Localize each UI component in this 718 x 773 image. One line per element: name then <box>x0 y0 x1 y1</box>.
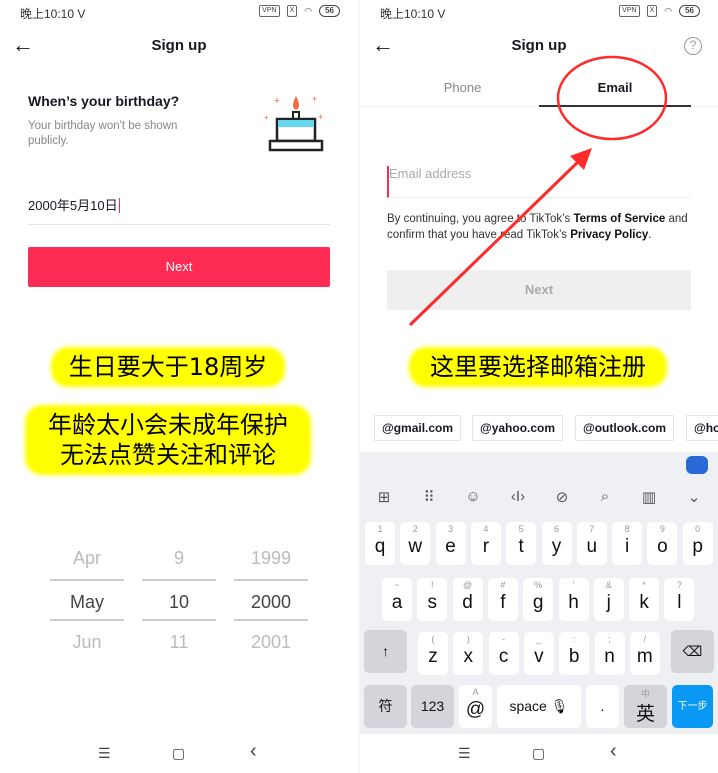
next-step-key[interactable]: 下一步 <box>672 685 713 728</box>
period-key[interactable]: . <box>586 685 619 728</box>
key-p[interactable]: 0p <box>682 522 713 565</box>
key-i[interactable]: 8i <box>612 522 643 565</box>
alt-key[interactable]: A @ <box>459 685 492 728</box>
svg-text:+: + <box>274 96 280 107</box>
emoji-icon[interactable]: ☺ <box>461 488 485 505</box>
annotation-circle <box>556 55 668 141</box>
key-y[interactable]: 6y <box>541 522 572 565</box>
page-title: Sign up <box>151 37 207 54</box>
nav-home-button[interactable]: ▢ <box>532 745 545 762</box>
annotation-overlay <box>408 55 668 327</box>
key-g[interactable]: % g <box>523 578 554 621</box>
email-suggestion[interactable]: @yahoo.com <box>472 415 564 441</box>
status-time: 晚上10:10 V <box>20 7 86 21</box>
keyboard-icon[interactable]: ⠿ <box>417 488 441 506</box>
symbols-key[interactable]: 符 <box>364 685 407 728</box>
keyboard: ⊞ ⠿ ☺ ‹I› ⊘ ⌕ ▥ ⌄ 1 q 2 w 3 e 4 r 5 t 6 y 7 u 8 i 9 o 0 p ~ a! s @ d # f% g… <box>360 452 718 734</box>
key-n[interactable]: ; n <box>594 632 625 675</box>
nav-back-button[interactable]: ‹ <box>250 740 257 763</box>
birthday-cake-icon: + + + + <box>264 94 323 152</box>
year-picker[interactable]: 1999 2000 2001 <box>234 537 308 663</box>
nav-menu-button[interactable]: ☰ <box>98 745 111 762</box>
key-a[interactable]: ~ a <box>382 578 412 621</box>
key-k[interactable]: * k <box>629 578 660 621</box>
key-r[interactable]: 4r <box>470 522 501 565</box>
key-v[interactable]: _ v <box>523 632 554 675</box>
nav-back-button[interactable]: ‹ <box>610 740 617 763</box>
grid-icon[interactable]: ⊞ <box>372 488 396 506</box>
email-suggestion[interactable]: @gmail.com <box>374 415 462 441</box>
search-icon[interactable]: ⌕ <box>593 488 617 505</box>
keyboard-assistant-icon[interactable] <box>686 456 708 474</box>
svg-text:+: + <box>312 94 317 104</box>
birthday-screen: 晚上10:10 V VPN X ◠ 56 ← Sign up When’s your … <box>0 0 358 773</box>
key-t[interactable]: 5t <box>506 522 537 565</box>
key-q[interactable]: 1q <box>365 522 395 565</box>
birthday-heading: When’s your birthday? <box>28 93 180 109</box>
chevron-down-icon[interactable]: ⌄ <box>682 488 706 506</box>
link-icon[interactable]: ⊘ <box>550 488 574 506</box>
numbers-key[interactable]: 123 <box>411 685 454 728</box>
wifi-icon: ◠ <box>304 5 313 16</box>
key-w[interactable]: 2w <box>400 522 431 565</box>
key-b[interactable]: :b <box>559 632 590 675</box>
nav-menu-button[interactable]: ☰ <box>458 745 471 762</box>
birthday-subtext: Your birthday won't be shown publicly. <box>28 120 178 147</box>
email-suggestion[interactable]: @outlook.com <box>575 415 675 441</box>
key-x[interactable]: ) x <box>453 632 484 675</box>
annotation-arrow <box>408 158 582 327</box>
key-o[interactable]: 9o <box>647 522 678 565</box>
key-m[interactable]: / m <box>629 632 660 675</box>
key-h[interactable]: ' h <box>558 578 589 621</box>
space-key[interactable]: space 🎙 <box>497 685 581 728</box>
email-suggestion[interactable]: @ho <box>686 415 718 441</box>
key-c[interactable]: -c <box>488 632 519 675</box>
email-signup-screen: 晚上10:10 V VPN X ◠ 56 ← Sign up ? Phone Emai… <box>360 0 718 773</box>
day-picker[interactable]: 9 10 11 <box>142 537 216 663</box>
key-e[interactable]: 3e <box>435 522 466 565</box>
language-switch-key[interactable]: 中英 <box>624 685 667 728</box>
birthday-input[interactable]: 2000年5月10日 <box>28 195 330 225</box>
annotation-age-requirement: 生日要大于18周岁 <box>54 350 282 384</box>
shift-key[interactable]: ↑ <box>364 630 407 673</box>
key-u[interactable]: 7u <box>576 522 607 565</box>
nav-home-button[interactable]: ▢ <box>172 745 185 762</box>
svg-text:+: + <box>264 113 269 122</box>
annotation-minor-protection: 年龄太小会未成年保护 无法点赞关注和评论 <box>28 408 308 472</box>
next-button[interactable]: Next <box>28 247 330 287</box>
key-j[interactable]: & j <box>593 578 624 621</box>
key-l[interactable]: ? l <box>664 578 695 621</box>
key-s[interactable]: ! s <box>417 578 448 621</box>
backspace-key[interactable]: ⌫ <box>671 630 714 673</box>
book-icon[interactable]: ▥ <box>637 488 661 506</box>
key-d[interactable]: @ d <box>452 578 483 621</box>
svg-text:+: + <box>318 112 323 122</box>
cursor-icon[interactable]: ‹I› <box>506 488 530 505</box>
month-picker[interactable]: Apr May Jun <box>50 537 124 663</box>
key-z[interactable]: (z <box>418 632 448 675</box>
key-f[interactable]: # f <box>487 578 518 621</box>
status-icons: VPN X ◠ 56 <box>259 5 340 17</box>
